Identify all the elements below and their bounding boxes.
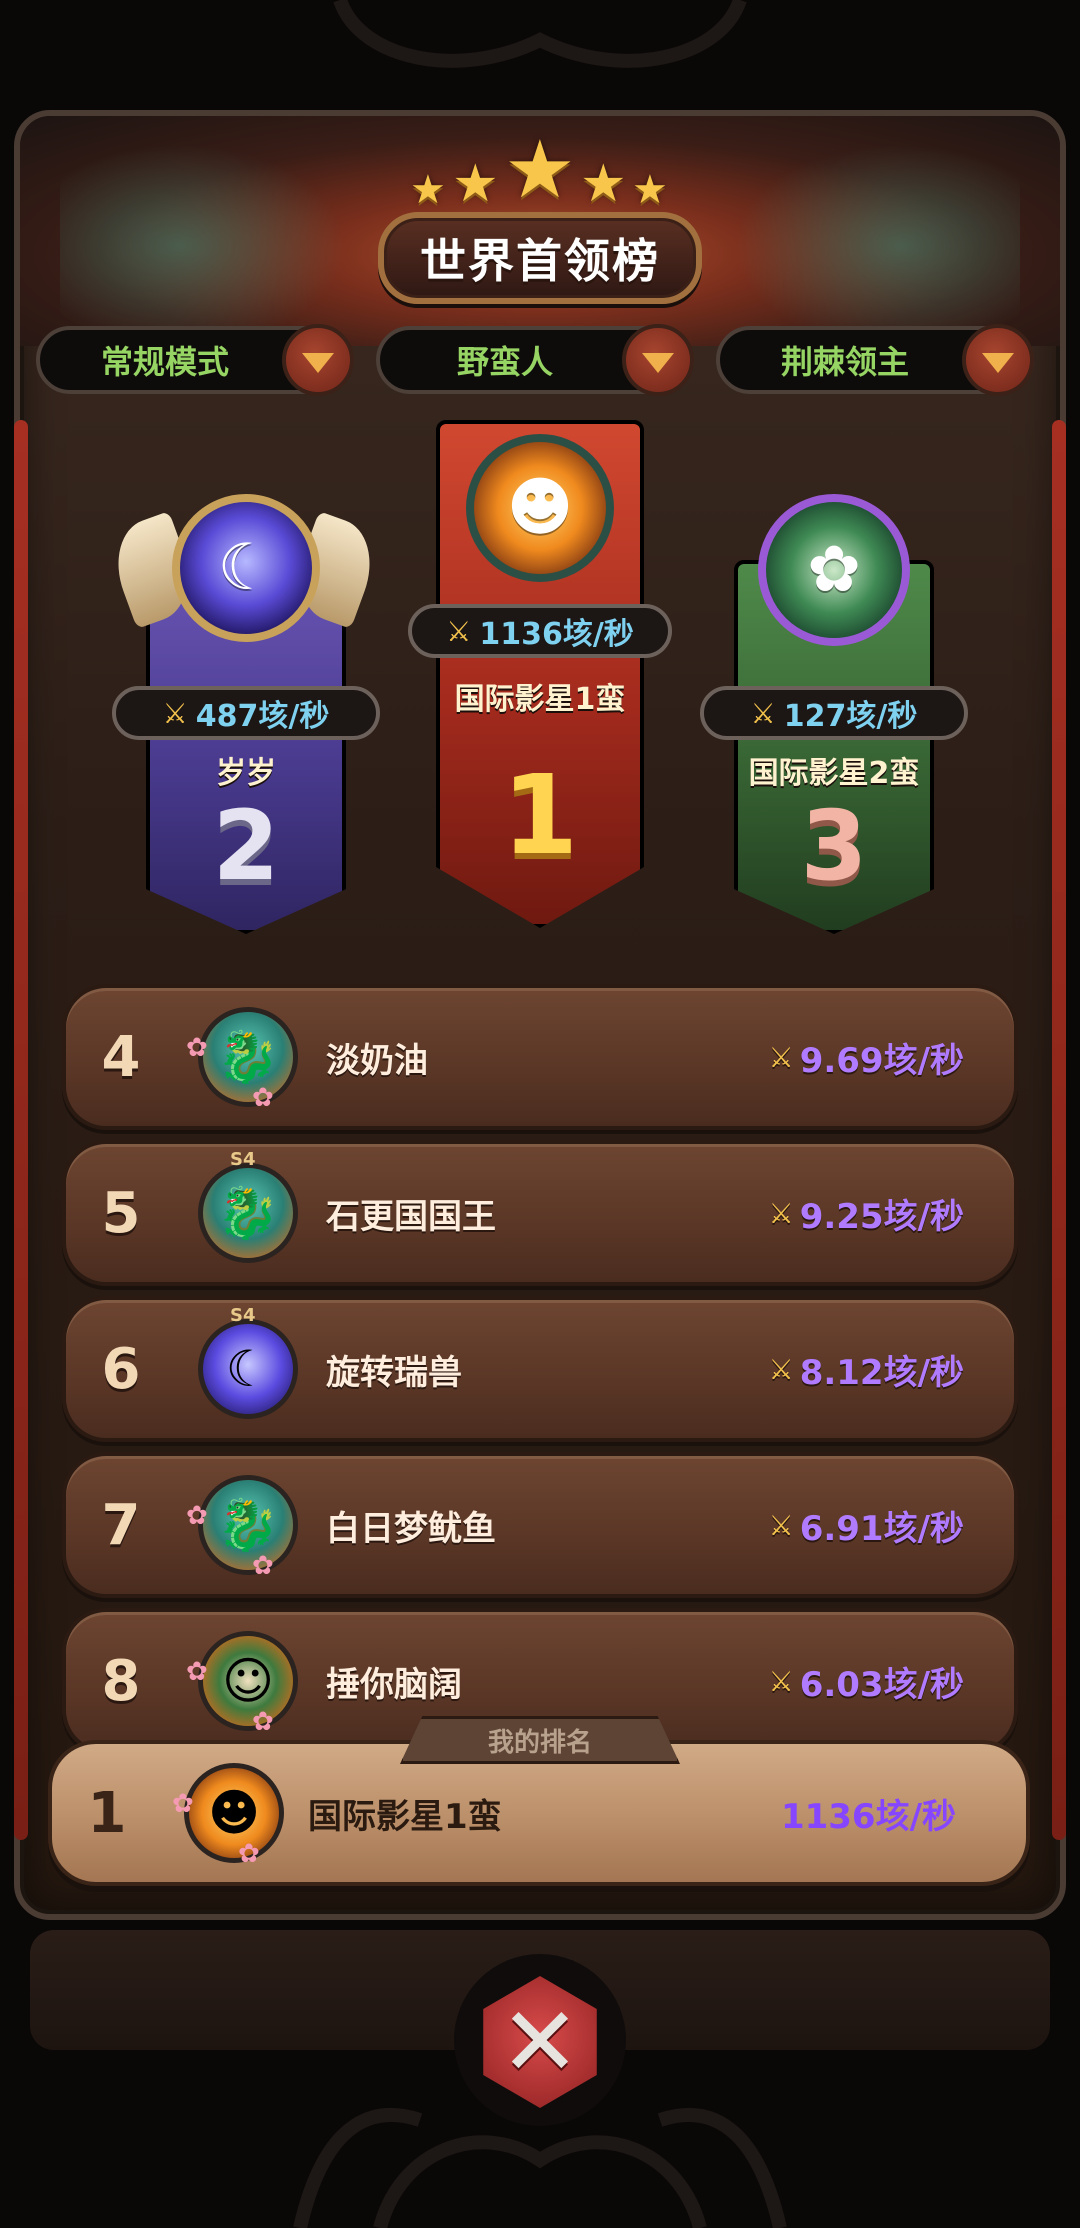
my-player-name: 国际影星1蛮 [308, 1796, 502, 1837]
star-icon: ★ [504, 123, 576, 216]
close-icon: ✕ [499, 1986, 581, 2098]
flower-icon: ✿ [252, 1707, 274, 1737]
row-score-value: 9.25垓/秒 [799, 1196, 964, 1237]
avatar: ☺ ✿ ✿ [186, 1623, 306, 1739]
crossed-swords-icon: ⚔ [768, 1040, 794, 1074]
list-item[interactable]: 7 🐉 ✿ ✿ 白日梦鱿鱼 ⚔ 6.91垓/秒 [62, 1452, 1018, 1598]
flower-icon: ✿ [252, 1551, 274, 1581]
chevron-down-icon[interactable] [282, 324, 354, 396]
avatar-pumpkin-medal: ☻ [466, 434, 614, 582]
crossed-swords-icon: ⚔ [768, 1196, 794, 1230]
filter-class-dropdown[interactable]: 野蛮人 [376, 324, 694, 396]
flower-icon: ✿ [238, 1839, 260, 1869]
crossed-swords-icon: ⚔ [750, 696, 776, 730]
row-score: ⚔ 9.69垓/秒 [769, 1033, 964, 1082]
row-rank: 4 [101, 1024, 141, 1090]
flower-icon: ✿ [186, 1033, 208, 1063]
avatar: 🐉 ✿ ✿ [186, 1467, 306, 1583]
podium-rank-number: 1 [501, 751, 579, 879]
flower-icon: ✿ [186, 1657, 208, 1687]
my-rank-number: 1 [87, 1780, 127, 1846]
chevron-down-icon[interactable] [622, 324, 694, 396]
crossed-swords-icon: ⚔ [768, 1508, 794, 1542]
podium-player-name: 岁岁 [216, 756, 276, 791]
avatar-ghost-medal: ✿ [758, 494, 910, 646]
podium-score-pill: ⚔ 127垓/秒 [700, 686, 968, 740]
dragon-avatar-icon: 🐉 [198, 1163, 298, 1263]
list-item[interactable]: 4 🐉 ✿ ✿ 淡奶油 ⚔ 9.69垓/秒 [62, 984, 1018, 1130]
row-player-name: 捶你脑阔 [326, 1664, 462, 1705]
row-score: ⚔ 6.03垓/秒 [769, 1657, 964, 1706]
header-glow-left [60, 136, 360, 346]
podium-player-name: 国际影星1蛮 [454, 682, 626, 717]
row-rank: 8 [101, 1648, 141, 1714]
crossed-swords-icon: ⚔ [162, 696, 188, 730]
flower-icon: ✿ [252, 1083, 274, 1113]
flower-icon: ✿ [186, 1501, 208, 1531]
page-title: 世界首领榜 [420, 234, 660, 288]
podium-rank-number: 2 [212, 790, 280, 902]
row-score-value: 6.91垓/秒 [799, 1508, 964, 1549]
frame-side-left [14, 420, 28, 1840]
crossed-swords-icon: ⚔ [768, 1664, 794, 1698]
clover-ghost-icon: ✿ [807, 533, 861, 607]
row-player-name: 白日梦鱿鱼 [326, 1508, 496, 1549]
season-badge: S4 [230, 1149, 256, 1170]
dragon-avatar-icon: 🐉 [198, 1007, 298, 1107]
my-score: 1136垓/秒 [780, 1796, 956, 1837]
podium-score-pill: ⚔ 487垓/秒 [112, 686, 380, 740]
row-score: ⚔ 9.25垓/秒 [769, 1189, 964, 1238]
my-rank-label: 我的排名 [487, 1727, 592, 1758]
my-rank-tab: 我的排名 [400, 1716, 680, 1764]
row-player-name: 石更国国王 [326, 1196, 496, 1237]
podium-score: 127垓/秒 [783, 699, 918, 734]
podium-score: 1136垓/秒 [479, 617, 634, 652]
row-score: ⚔ 8.12垓/秒 [769, 1345, 964, 1394]
pumpkin-avatar-icon: ☻ [184, 1763, 284, 1863]
list-item[interactable]: 5 🐉 S4 石更国国王 ⚔ 9.25垓/秒 [62, 1140, 1018, 1286]
row-player-name: 淡奶油 [326, 1040, 428, 1081]
row-score-value: 9.69垓/秒 [799, 1040, 964, 1081]
flower-icon: ✿ [172, 1789, 194, 1819]
filter-boss-dropdown[interactable]: 荆棘领主 [716, 324, 1034, 396]
star-icon: ★ [452, 154, 499, 214]
season-badge: S4 [230, 1305, 256, 1326]
podium-player-name: 国际影星2蛮 [748, 756, 920, 791]
podium-rank-number: 3 [800, 790, 868, 902]
avatar: ☻ ✿ ✿ [172, 1755, 292, 1871]
pumpkin-icon: ☻ [506, 471, 574, 545]
avatar: 🐉 S4 [190, 1149, 306, 1271]
row-score: ⚔ 6.91垓/秒 [769, 1501, 964, 1550]
header-glow-right [720, 136, 1020, 346]
podium-score: 487垓/秒 [195, 699, 330, 734]
avatar-moon-medal: ☾ [172, 494, 320, 642]
avatar: 🐉 ✿ ✿ [186, 999, 306, 1115]
crossed-swords-icon: ⚔ [768, 1352, 794, 1386]
moon-avatar-icon: ☾ [198, 1319, 298, 1419]
row-score-value: 8.12垓/秒 [799, 1352, 964, 1393]
row-score-value: 6.03垓/秒 [799, 1664, 964, 1705]
row-rank: 5 [101, 1180, 141, 1246]
row-rank: 7 [101, 1492, 141, 1558]
moon-star-icon: ☾ [217, 531, 275, 605]
star-icon: ★ [410, 167, 446, 213]
star-icon: ★ [632, 167, 668, 213]
filter-mode-dropdown[interactable]: 常规模式 [36, 324, 354, 396]
row-player-name: 旋转瑞兽 [326, 1352, 462, 1393]
star-icon: ★ [580, 154, 627, 214]
hooded-avatar-icon: ☺ [198, 1631, 298, 1731]
chevron-down-icon[interactable] [962, 324, 1034, 396]
crossed-swords-icon: ⚔ [446, 614, 472, 648]
row-rank: 6 [101, 1336, 141, 1402]
podium-score-pill: ⚔ 1136垓/秒 [408, 604, 672, 658]
dragon-avatar-icon: 🐉 [198, 1475, 298, 1575]
frame-side-right [1052, 420, 1066, 1840]
list-item[interactable]: 6 ☾ S4 旋转瑞兽 ⚔ 8.12垓/秒 [62, 1296, 1018, 1442]
avatar: ☾ S4 [190, 1305, 306, 1427]
title-stars: ★ ★ ★ ★ ★ [400, 130, 680, 214]
page-title-plate: 世界首领榜 [378, 212, 702, 304]
